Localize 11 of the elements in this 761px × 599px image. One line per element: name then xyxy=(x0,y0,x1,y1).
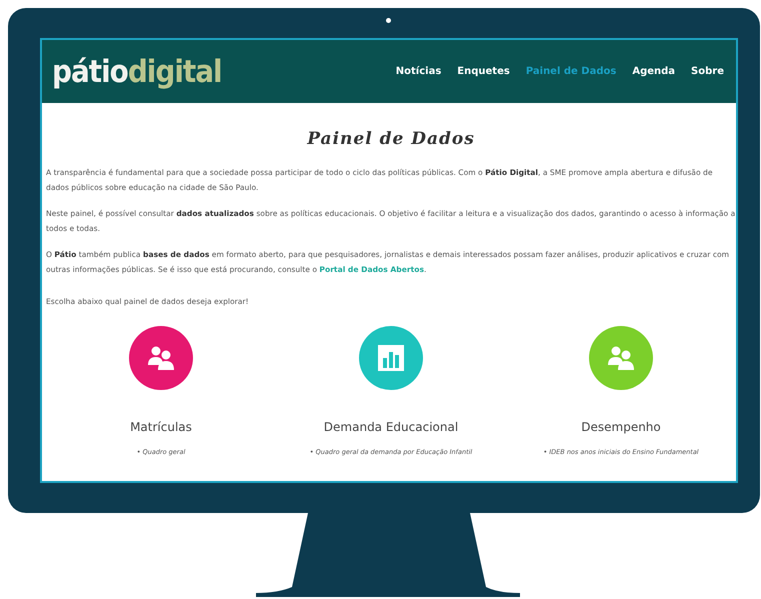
site-logo[interactable]: pátiodigital xyxy=(52,54,222,90)
nav-link[interactable]: Sobre xyxy=(691,66,724,77)
camera-icon xyxy=(386,18,391,23)
panel-title[interactable]: Desempenho xyxy=(581,420,661,434)
page-title: Painel de Dados xyxy=(306,129,476,149)
nav-link[interactable]: Enquetes xyxy=(457,66,510,77)
nav-link[interactable]: Agenda xyxy=(632,66,676,77)
panel-title[interactable]: Demanda Educacional xyxy=(324,420,458,434)
panel-title[interactable]: Matrículas xyxy=(130,420,192,434)
bar-chart-icon xyxy=(377,344,405,372)
nav-link[interactable]: Notícias xyxy=(396,66,442,77)
